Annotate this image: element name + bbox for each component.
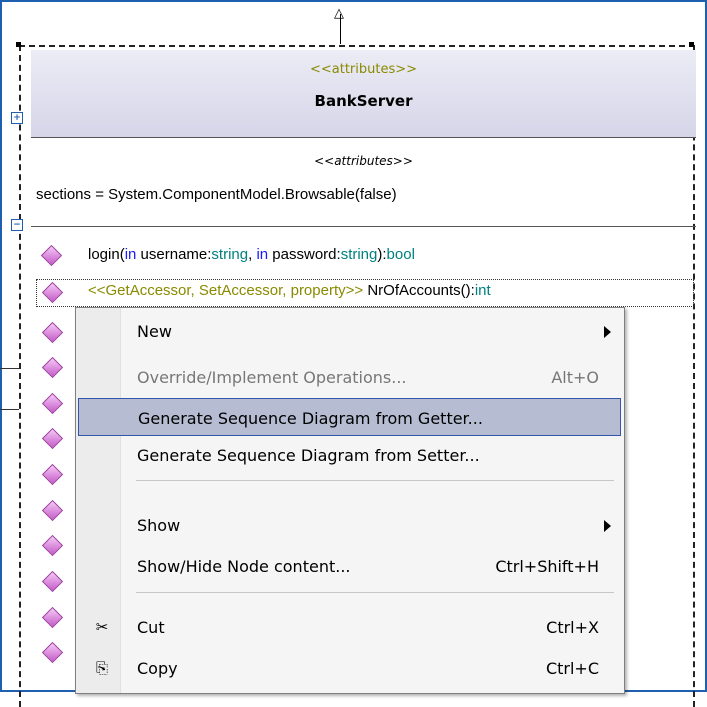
menu-item-label: Cut xyxy=(137,618,165,637)
menu-item-label: Copy xyxy=(137,659,178,678)
operation-token: int xyxy=(474,282,491,299)
submenu-arrow-icon xyxy=(604,520,611,532)
operation-row-selected[interactable]: <<GetAccessor, SetAccessor, property>> N… xyxy=(36,279,694,307)
menu-item-show-hide-node-content[interactable]: Show/Hide Node content... Ctrl+Shift+H xyxy=(78,547,621,585)
menu-separator xyxy=(136,592,614,593)
copy-icon: ⎘ xyxy=(95,659,108,677)
menu-item-label: New xyxy=(137,322,172,341)
menu-item-copy[interactable]: ⎘ Copy Ctrl+C xyxy=(78,649,621,687)
operation-token: in xyxy=(124,246,137,263)
menu-item-label: Generate Sequence Diagram from Setter... xyxy=(137,446,480,465)
class-header[interactable]: <<attributes>> BankServer xyxy=(31,50,696,138)
expand-icon[interactable]: + xyxy=(11,112,23,124)
operation-token: in xyxy=(256,246,269,263)
menu-item-show[interactable]: Show xyxy=(78,506,621,544)
generalization-connector xyxy=(340,14,341,44)
menu-item-label: Show/Hide Node content... xyxy=(137,557,351,576)
menu-item-label: Generate Sequence Diagram from Getter... xyxy=(138,409,483,428)
operation-icon xyxy=(41,281,64,304)
operation-token: password: xyxy=(268,246,341,263)
operation-token: username: xyxy=(136,246,212,263)
menu-item-shortcut: Ctrl+Shift+H xyxy=(495,557,599,576)
menu-item-generate-sequence-diagram-from-getter[interactable]: Generate Sequence Diagram from Getter... xyxy=(78,398,621,436)
submenu-arrow-icon xyxy=(604,326,611,338)
collapse-icon[interactable]: − xyxy=(11,219,23,231)
menu-item-override-implement-operations[interactable]: Override/Implement Operations... Alt+O xyxy=(78,358,621,396)
context-menu[interactable]: New Override/Implement Operations... Alt+O… xyxy=(75,307,625,694)
menu-item-shortcut: Alt+O xyxy=(551,368,599,387)
attributes-compartment: <<attributes>> sections = System.Compone… xyxy=(31,138,696,227)
operation-token: bool xyxy=(386,246,415,263)
association-line xyxy=(0,368,19,369)
scissors-icon: ✂ xyxy=(95,618,109,636)
operation-text: login(in username:string, in password:st… xyxy=(88,246,415,263)
operation-text: <<GetAccessor, SetAccessor, property>> N… xyxy=(88,282,491,299)
arrow-up-icon: △ xyxy=(334,6,344,21)
menu-separator xyxy=(136,480,614,481)
class-name: BankServer xyxy=(314,92,413,110)
operation-token: <<GetAccessor, SetAccessor, property>> xyxy=(88,282,364,299)
selection-handle[interactable] xyxy=(16,42,21,47)
operation-token: login( xyxy=(88,246,125,263)
operation-token: string xyxy=(340,246,378,263)
operation-token: NrOfAccounts(): xyxy=(363,282,475,299)
operation-token: string xyxy=(211,246,249,263)
class-stereotype: <<attributes>> xyxy=(309,62,418,77)
menu-item-shortcut: Ctrl+X xyxy=(546,618,599,637)
selection-handle[interactable] xyxy=(689,42,694,47)
menu-item-cut[interactable]: ✂ Cut Ctrl+X xyxy=(78,608,621,646)
attribute-line[interactable]: sections = System.ComponentModel.Browsab… xyxy=(36,186,397,203)
menu-item-shortcut: Ctrl+C xyxy=(545,659,599,678)
menu-item-new[interactable]: New xyxy=(78,312,621,350)
menu-item-label: Show xyxy=(137,516,181,535)
association-line xyxy=(0,409,19,410)
operation-token: ): xyxy=(377,246,387,263)
menu-item-generate-sequence-diagram-from-setter[interactable]: Generate Sequence Diagram from Setter... xyxy=(78,436,621,474)
menu-item-label: Override/Implement Operations... xyxy=(137,368,407,387)
attributes-stereotype: <<attributes>> xyxy=(314,154,413,168)
